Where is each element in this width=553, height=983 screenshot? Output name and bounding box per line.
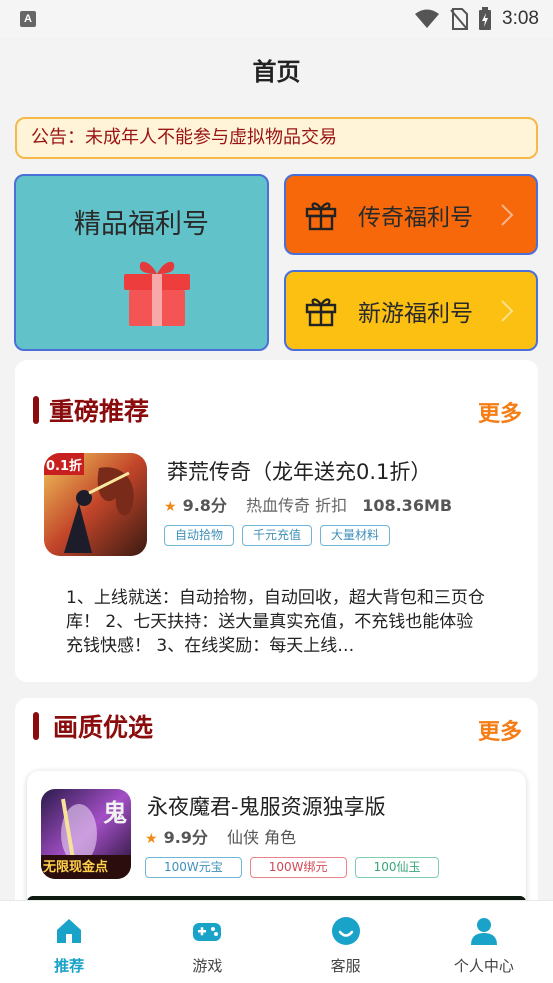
nav-games[interactable]: 游戏 bbox=[138, 901, 276, 983]
game-rating: 9.9分 bbox=[163, 828, 208, 847]
bottom-nav: 推荐 游戏 客服 个人中心 bbox=[0, 900, 553, 983]
customer-service-icon bbox=[331, 917, 360, 945]
icon-char: 鬼 bbox=[103, 799, 127, 827]
gamepad-icon bbox=[193, 923, 222, 941]
clock: 3:08 bbox=[502, 8, 539, 29]
battery-charging-icon bbox=[479, 7, 492, 30]
featured-header: 重磅推荐 bbox=[33, 395, 150, 426]
gift-icon bbox=[305, 201, 337, 230]
game-icon: 鬼 无限现金点 bbox=[41, 789, 131, 879]
icon-caption: 无限现金点 bbox=[43, 860, 109, 875]
person-icon bbox=[470, 918, 497, 945]
gift-box-icon bbox=[124, 261, 190, 326]
game-size: 108.36MB bbox=[362, 496, 453, 515]
quality-header: 画质优选 bbox=[33, 711, 154, 742]
star-icon: ★ bbox=[145, 831, 158, 847]
gift-icon bbox=[305, 297, 337, 326]
page-title: 首页 bbox=[252, 58, 301, 86]
app-notification-icon: A bbox=[20, 11, 36, 27]
nav-label: 推荐 bbox=[54, 957, 85, 975]
game-tags: 100W元宝 100W绑元 100仙玉 bbox=[145, 857, 440, 878]
game-category: 热血传奇 折扣 bbox=[246, 496, 348, 515]
notice-banner[interactable]: 公告：未成年人不能参与虚拟物品交易 bbox=[15, 117, 538, 159]
game-info: ★ 9.8分 热血传奇 折扣 108.36MB bbox=[164, 492, 452, 516]
star-icon: ★ bbox=[164, 499, 177, 515]
section-marker bbox=[33, 712, 39, 740]
tag: 100仙玉 bbox=[354, 857, 440, 878]
tag: 大量材料 bbox=[320, 525, 391, 546]
new-game-welfare-label: 新游福利号 bbox=[358, 300, 473, 327]
chevron-right-icon bbox=[501, 203, 514, 226]
premium-welfare-label: 精品福利号 bbox=[74, 209, 209, 240]
tag: 100W绑元 bbox=[249, 857, 347, 878]
tag: 100W元宝 bbox=[145, 857, 242, 878]
game-rating: 9.8分 bbox=[182, 496, 227, 515]
nav-label: 游戏 bbox=[192, 957, 223, 975]
section-marker bbox=[33, 396, 39, 424]
wifi-icon bbox=[415, 9, 440, 28]
game-title: 莽荒传奇（龙年送充0.1折） bbox=[167, 460, 432, 484]
legend-welfare-tile[interactable]: 传奇福利号 bbox=[284, 174, 538, 255]
featured-title: 重磅推荐 bbox=[49, 397, 150, 426]
quality-title: 画质优选 bbox=[53, 713, 154, 742]
game-info: ★ 9.9分 仙侠 角色 bbox=[145, 824, 296, 848]
status-icons: 3:08 bbox=[414, 6, 539, 32]
status-bar: A 3:08 bbox=[0, 0, 553, 38]
nav-label: 个人中心 bbox=[453, 957, 514, 975]
chevron-right-icon bbox=[501, 299, 514, 322]
featured-more-link[interactable]: 更多 bbox=[478, 396, 522, 428]
game-description: 1、上线就送：自动拾物，自动回收，超大背包和三页仓库！ 2、七天扶持：送大量真实… bbox=[66, 588, 485, 656]
nav-profile[interactable]: 个人中心 bbox=[415, 901, 553, 983]
featured-section: 重磅推荐 更多 0.1折 莽荒传奇（龙年送充0.1折） ★ 9.8分 热血传奇 … bbox=[15, 360, 538, 682]
nav-recommend[interactable]: 推荐 bbox=[0, 901, 138, 983]
discount-badge: 0.1折 bbox=[46, 459, 83, 474]
tag: 千元充值 bbox=[242, 525, 313, 546]
game-tags: 自动拾物 千元充值 大量材料 bbox=[164, 525, 391, 546]
legend-welfare-label: 传奇福利号 bbox=[358, 204, 473, 231]
game-icon: 0.1折 bbox=[44, 453, 147, 556]
new-game-welfare-tile[interactable]: 新游福利号 bbox=[284, 270, 538, 351]
game-title: 永夜魔君-鬼服资源独享版 bbox=[147, 795, 386, 819]
nav-customer-service[interactable]: 客服 bbox=[277, 901, 415, 983]
premium-welfare-tile[interactable]: 精品福利号 bbox=[14, 174, 269, 351]
no-sim-icon bbox=[450, 8, 469, 30]
quality-more-link[interactable]: 更多 bbox=[478, 714, 522, 746]
nav-label: 客服 bbox=[330, 957, 361, 975]
home-icon bbox=[57, 919, 82, 943]
game-category: 仙侠 角色 bbox=[227, 828, 297, 847]
tag: 自动拾物 bbox=[164, 525, 235, 546]
